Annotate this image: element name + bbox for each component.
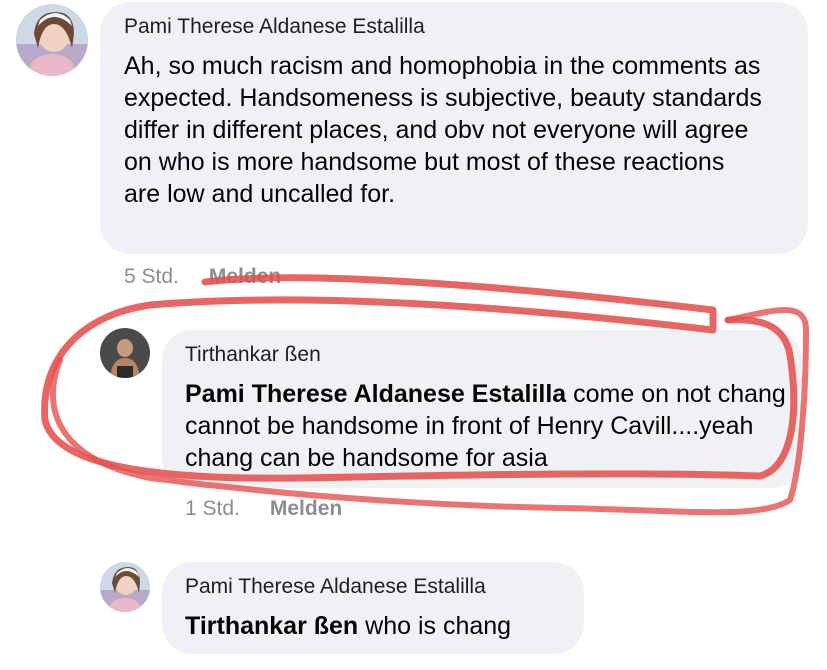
- comment-author[interactable]: Pami Therese Aldanese Estalilla: [124, 15, 425, 39]
- comment-author[interactable]: Pami Therese Aldanese Estalilla: [185, 575, 486, 599]
- comment-text: Tirthankar ßen who is chang: [185, 610, 575, 642]
- comment-text: Pami Therese Aldanese Estalilla come on …: [185, 378, 790, 474]
- comment-time[interactable]: 1 Std.: [185, 497, 240, 520]
- mention-link[interactable]: Pami Therese Aldanese Estalilla: [185, 380, 566, 408]
- report-button[interactable]: Melden: [270, 497, 342, 520]
- comment-time[interactable]: 5 Std.: [124, 265, 179, 288]
- comment-body: Ah, so much racism and homophobia in the…: [124, 52, 762, 208]
- mention-link[interactable]: Tirthankar ßen: [185, 612, 358, 640]
- avatar[interactable]: [100, 328, 150, 378]
- comment-author[interactable]: Tirthankar ßen: [185, 343, 321, 367]
- report-button[interactable]: Melden: [209, 265, 281, 288]
- avatar[interactable]: [16, 4, 88, 76]
- avatar[interactable]: [100, 562, 150, 612]
- comment-body: who is chang: [365, 612, 512, 640]
- comment-meta: 1 Std. Melden: [185, 497, 342, 521]
- comment-text: Ah, so much racism and homophobia in the…: [124, 50, 764, 210]
- comment-meta: 5 Std. Melden: [124, 265, 281, 289]
